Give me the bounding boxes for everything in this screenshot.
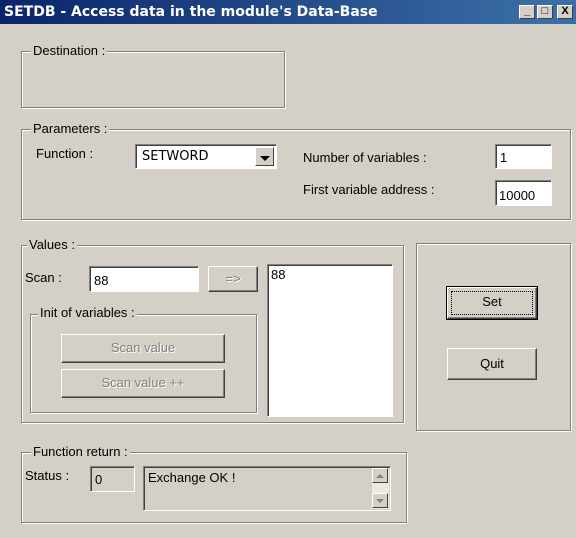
chevron-down-icon [260,156,270,161]
maximize-icon: □ [541,5,549,17]
transfer-arrow-button[interactable]: => [208,266,258,292]
close-button[interactable]: X [557,5,573,19]
minimize-icon: _ [523,5,531,17]
first-addr-value: 10000 [499,188,536,203]
function-label: Function : [36,146,94,161]
first-addr-input[interactable]: 10000 [495,180,552,206]
status-message-text: Exchange OK ! [148,470,236,485]
scroll-up-button[interactable] [372,468,388,483]
list-item[interactable]: 88 [271,267,389,282]
num-vars-label: Number of variables : [303,150,427,165]
quit-button[interactable]: Quit [447,348,537,380]
num-vars-input[interactable]: 1 [495,144,552,169]
window-title: SETDB - Access data in the module's Data… [4,4,378,20]
action-panel [416,243,571,431]
parameters-legend: Parameters : [31,121,110,136]
first-addr-label: First variable address : [303,182,435,197]
scan-value-plus-button[interactable]: Scan value ++ [61,369,225,398]
status-message-field: Exchange OK ! [143,466,391,511]
scroll-up-icon [376,474,384,478]
close-icon: X [561,5,569,17]
status-code-field: 0 [90,466,135,492]
function-select-value: SETWORD [142,149,209,164]
set-button-label: Set [482,294,502,309]
init-variables-group [30,314,257,413]
title-bar[interactable]: SETDB - Access data in the module's Data… [0,0,576,24]
status-label: Status : [25,468,70,483]
scan-value-plus-label: Scan value ++ [101,375,185,390]
scroll-down-button[interactable] [372,493,388,508]
scan-value-label: Scan value [110,340,176,355]
values-legend: Values : [27,237,78,252]
parameters-group [21,129,571,220]
values-list[interactable]: 88 [267,264,393,417]
status-code-value: 0 [95,472,103,487]
message-scrollbar[interactable] [372,468,389,509]
destination-legend: Destination : [31,43,108,58]
scan-label: Scan : [25,270,62,285]
transfer-arrow-label: => [225,271,241,286]
scan-input-value: 88 [94,273,109,288]
setdb-window: SETDB - Access data in the module's Data… [0,0,576,538]
init-variables-legend: Init of variables : [38,305,137,320]
num-vars-value: 1 [500,150,508,165]
destination-group [21,51,285,108]
function-return-legend: Function return : [31,444,130,459]
scan-input[interactable]: 88 [89,266,199,292]
scan-value-button[interactable]: Scan value [61,334,225,363]
scroll-down-icon [376,499,384,503]
quit-button-label: Quit [480,356,504,371]
minimize-button[interactable]: _ [519,5,535,19]
set-button[interactable]: Set [446,286,538,320]
maximize-button[interactable]: □ [537,5,553,19]
function-dropdown-button[interactable] [255,147,274,166]
